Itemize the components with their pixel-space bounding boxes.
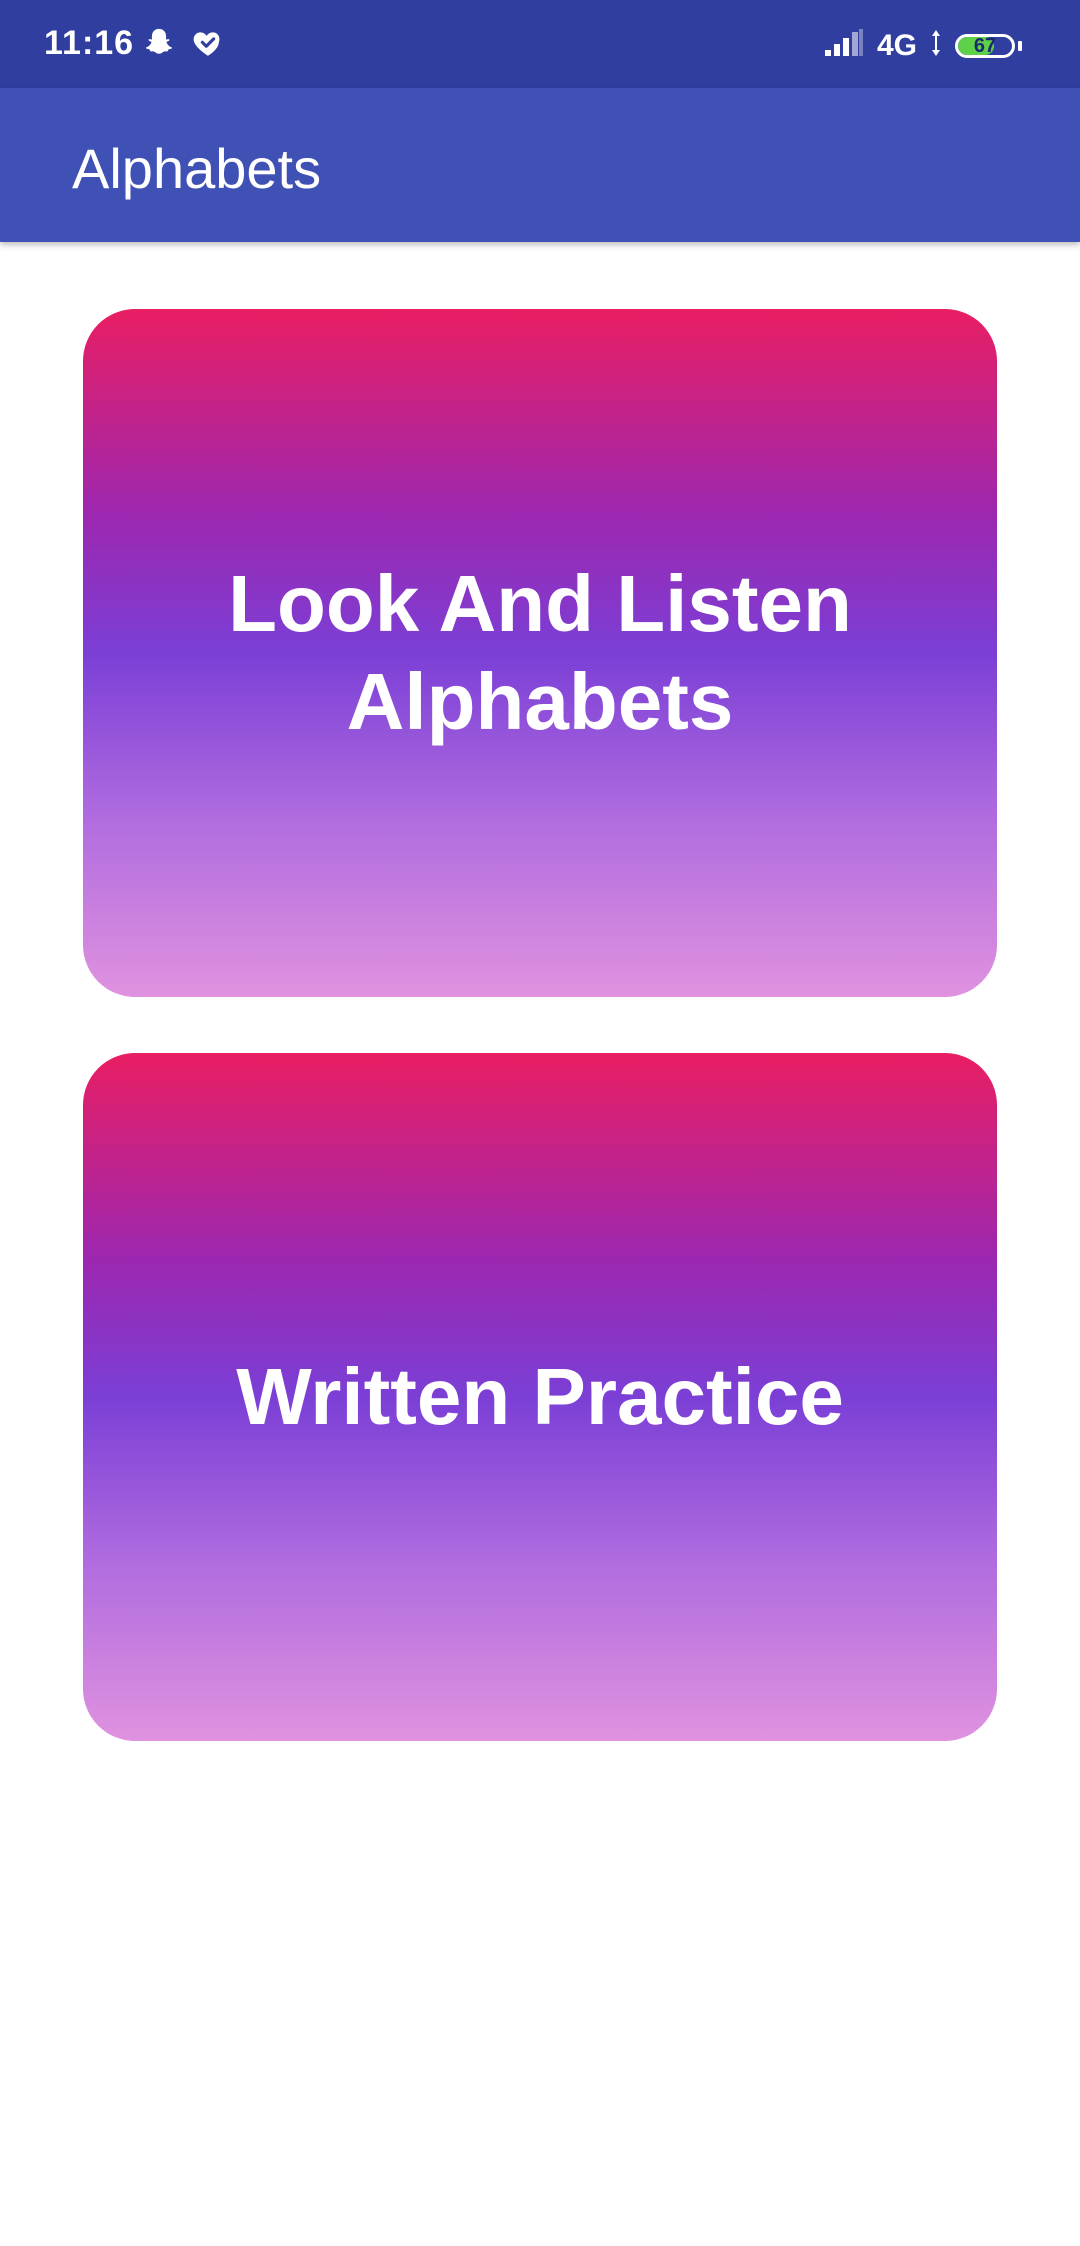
written-practice-label: Written Practice bbox=[236, 1352, 844, 1441]
page-title: Alphabets bbox=[72, 137, 322, 200]
status-bar: 11:16 4G 67 bbox=[0, 0, 1080, 88]
app-bar: Alphabets bbox=[0, 88, 1080, 242]
battery-level: 67 bbox=[973, 34, 997, 57]
status-time: 11:16 bbox=[44, 24, 135, 62]
data-arrows-icon bbox=[929, 28, 943, 63]
network-type: 4G bbox=[876, 28, 917, 62]
written-practice-card[interactable]: Written Practice bbox=[83, 1053, 997, 1741]
battery-icon: 67 bbox=[955, 33, 1015, 58]
health-heart-icon bbox=[190, 26, 226, 65]
battery-cap bbox=[1018, 40, 1022, 51]
status-right-group: 4G 67 bbox=[823, 28, 1022, 63]
menu-card-frame: Written Practice bbox=[56, 1026, 1024, 1770]
look-and-listen-card[interactable]: Look And Listen Alphabets bbox=[83, 309, 997, 997]
snapchat-icon bbox=[142, 26, 176, 65]
notification-icons bbox=[142, 26, 226, 65]
look-and-listen-label: Look And Listen Alphabets bbox=[228, 559, 852, 746]
signal-icon bbox=[823, 28, 865, 63]
menu-card-frame: Look And Listen Alphabets bbox=[56, 282, 1024, 1026]
